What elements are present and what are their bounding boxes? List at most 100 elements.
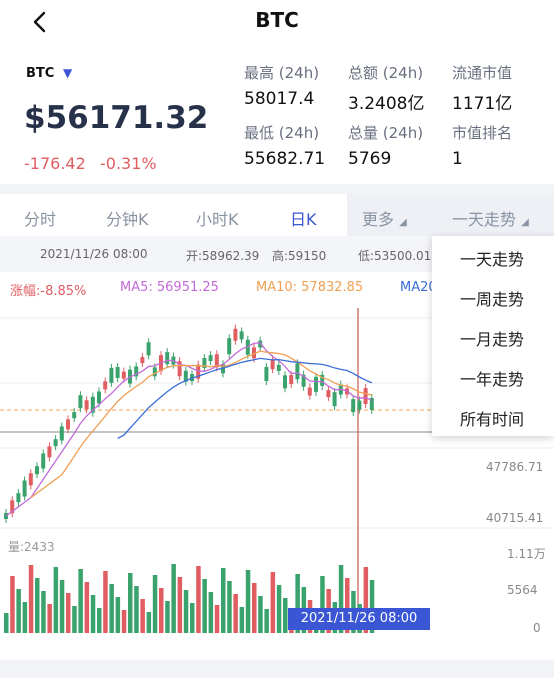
crosshair-time-tag: 2021/11/26 08:00 [288, 608, 430, 630]
volume-bar [22, 602, 28, 633]
candle [227, 338, 232, 355]
tab-range-label: 一天走势 [452, 210, 517, 229]
volume-bar [233, 594, 238, 633]
candle [208, 355, 213, 362]
ohlc-time: 2021/11/26 08:00 [40, 247, 148, 261]
volume-bar [84, 582, 90, 633]
volume-bar [41, 591, 46, 633]
stat-value-high: 58017.4 [244, 89, 315, 109]
stat-label-high: 最高 (24h) [244, 64, 320, 82]
section-divider [0, 184, 554, 194]
stat-value-volume: 5769 [348, 149, 392, 169]
volume-bar [128, 573, 133, 633]
tab-day-k[interactable]: 日K [290, 206, 317, 230]
caret-down-icon: ◢ [399, 217, 407, 228]
volume-bar [202, 579, 207, 633]
volume-bar [283, 598, 288, 633]
axis-vol-mid: 5564 [507, 583, 538, 597]
candle [283, 375, 287, 389]
candle [72, 412, 77, 419]
candle [239, 331, 244, 340]
axis-price-low: 40715.41 [486, 511, 544, 525]
candle [233, 328, 238, 341]
candle [115, 366, 120, 378]
volume-bar [221, 568, 226, 633]
candle [35, 466, 39, 475]
volume-bar [252, 583, 257, 633]
volume-bar [35, 578, 40, 633]
symbol-dropdown-icon[interactable]: ▼ [63, 66, 72, 80]
volume-bar [103, 571, 108, 633]
volume-bar [121, 610, 127, 633]
axis-vol-high: 1.11万 [507, 547, 546, 561]
price-change: -176.42 [24, 154, 86, 173]
stat-label-low: 最低 (24h) [244, 124, 320, 142]
volume-bar [66, 593, 71, 633]
candle [84, 400, 89, 410]
volume-bar [28, 565, 34, 633]
volume-bar [196, 566, 201, 633]
candle [59, 426, 64, 441]
menu-item-all[interactable]: 所有时间 [460, 406, 524, 430]
volume-bar [227, 581, 232, 633]
volume-bar [159, 588, 164, 633]
tab-more-label: 更多 [362, 210, 395, 229]
price-change-pct: -0.31% [100, 154, 157, 173]
ma10-line [30, 350, 372, 499]
volume-bar [140, 599, 145, 633]
tab-more[interactable]: 更多 ◢ [362, 206, 407, 230]
candle [332, 392, 337, 407]
candle [270, 359, 275, 370]
volume-bar [171, 564, 176, 633]
coin-symbol: BTC [26, 66, 55, 81]
candle [16, 493, 21, 503]
volume-bar [115, 597, 121, 633]
volume-bar [264, 609, 269, 633]
tab-minute-k[interactable]: 分钟K [106, 206, 149, 230]
stat-value-cap: 1171亿 [452, 94, 513, 114]
volume-bar [276, 585, 282, 633]
candle [289, 375, 294, 385]
amp-label: 涨幅:-8.85% [10, 284, 87, 299]
volume-bar [183, 590, 189, 633]
ohlc-low: 低:53500.01 [358, 249, 432, 263]
candle [363, 388, 368, 405]
axis-price-mid: 47786.71 [486, 460, 544, 474]
app-root: BTC BTC ▼ $56171.32 -176.42 -0.31% 最高 (2… [0, 0, 554, 678]
ohlc-open: 开:58962.39 [186, 249, 260, 263]
volume-bar [4, 613, 9, 633]
volume-bar [239, 607, 245, 633]
tab-range[interactable]: 一天走势 ◢ [452, 206, 529, 230]
tab-timeshare[interactable]: 分时 [24, 206, 56, 230]
menu-item-day[interactable]: 一天走势 [460, 246, 524, 270]
volume-bar [72, 606, 77, 633]
menu-item-week[interactable]: 一周走势 [460, 286, 524, 310]
stat-value-rank: 1 [452, 149, 463, 169]
candle [146, 342, 151, 356]
candle [326, 390, 331, 398]
volume-bar [97, 608, 102, 633]
volume-bar [78, 569, 83, 633]
candle [314, 376, 318, 392]
tab-hour-k[interactable]: 小时K [196, 206, 239, 230]
candle [97, 391, 101, 404]
stat-value-amount: 3.2408亿 [348, 94, 425, 114]
nav-bar: BTC [0, 0, 554, 44]
candle [165, 352, 170, 365]
candle [66, 419, 70, 430]
axis-vol-zero: 0 [533, 621, 541, 635]
stat-label-amount: 总额 (24h) [348, 64, 424, 82]
ma5-value: MA5: 56951.25 [120, 280, 219, 295]
volume-bar [165, 601, 170, 633]
volume-label: 量:2433 [8, 540, 55, 554]
volume-bar [152, 575, 158, 633]
candle [28, 473, 33, 486]
caret-down-icon: ◢ [521, 217, 529, 228]
candles [4, 324, 374, 523]
ma10-value: MA10: 57832.85 [256, 280, 364, 295]
volume-bar [270, 572, 276, 633]
menu-item-year[interactable]: 一年走势 [460, 366, 524, 390]
candle [121, 371, 126, 379]
menu-item-month[interactable]: 一月走势 [460, 326, 524, 350]
candle [103, 381, 108, 390]
